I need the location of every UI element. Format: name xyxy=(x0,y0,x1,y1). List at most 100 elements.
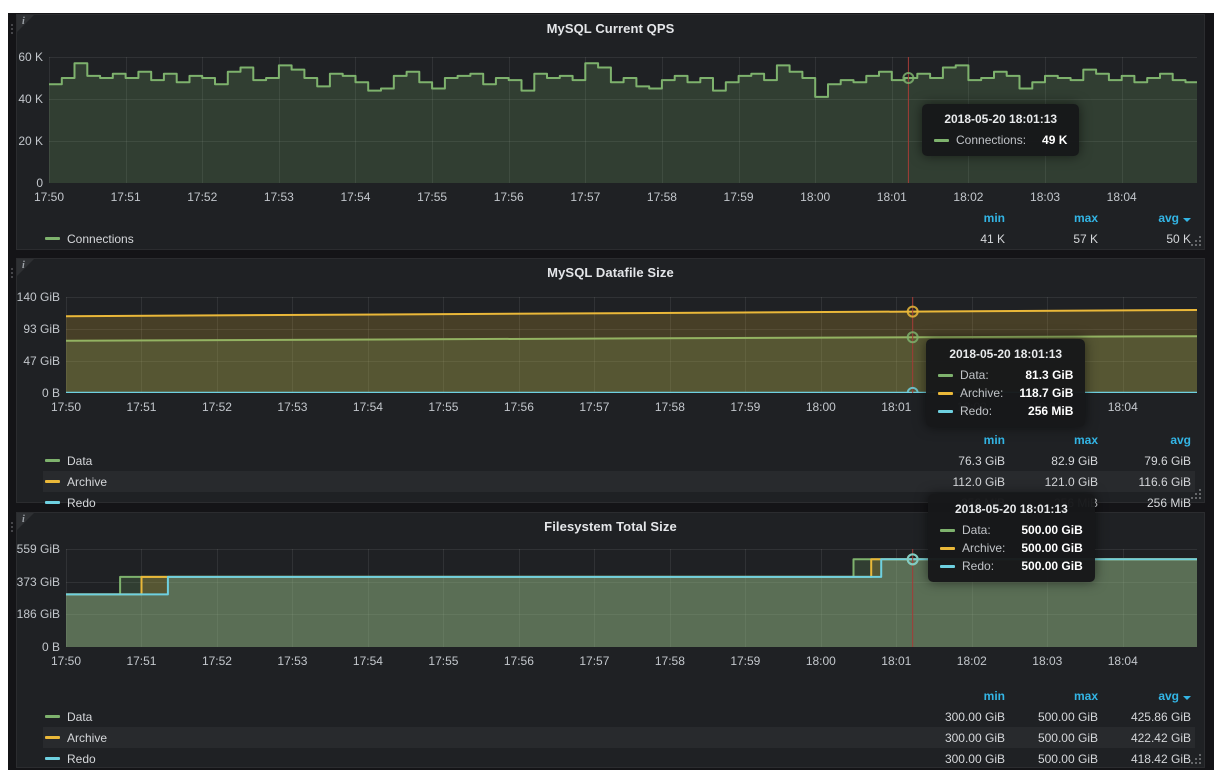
legend-stat-value: 500.00 GiB xyxy=(1005,731,1098,745)
panel-resize-handle[interactable] xyxy=(1191,236,1201,246)
grip-dot xyxy=(11,530,13,532)
legend-stat-header-max[interactable]: max xyxy=(1005,689,1098,703)
tooltip-series-value: 49 K xyxy=(1026,133,1067,147)
y-axis-tick-label: 60 K xyxy=(0,50,43,64)
grip-dot xyxy=(11,276,13,278)
x-axis-tick-label: 17:50 xyxy=(51,654,81,668)
resize-dot xyxy=(1195,244,1197,246)
sort-caret-icon xyxy=(1183,218,1191,222)
row-drag-handle[interactable] xyxy=(8,262,16,288)
x-axis-tick-label: 17:59 xyxy=(724,190,754,204)
tooltip-series-row: Data:81.3 GiB xyxy=(938,368,1073,382)
legend-stat-header-min[interactable]: min xyxy=(912,689,1005,703)
resize-dot xyxy=(1199,489,1201,491)
grip-dot xyxy=(11,24,13,26)
legend-stat-header-avg[interactable]: avg xyxy=(1098,689,1191,703)
x-axis-tick-label: 17:52 xyxy=(202,400,232,414)
x-axis-tick-label: 18:03 xyxy=(1032,654,1062,668)
y-axis-tick-label: 0 B xyxy=(14,386,60,400)
series-color-dash-icon xyxy=(938,374,953,377)
resize-dot xyxy=(1199,240,1201,242)
legend-stat-value: 82.9 GiB xyxy=(1005,454,1098,468)
x-axis-tick-label: 17:59 xyxy=(730,400,760,414)
legend-header-row: minmaxavg xyxy=(43,685,1195,706)
x-axis-tick-label: 17:59 xyxy=(730,654,760,668)
x-axis-tick-label: 17:51 xyxy=(126,400,156,414)
series-color-dash-icon[interactable] xyxy=(45,757,60,760)
legend-stat-header-avg[interactable]: avg xyxy=(1098,211,1191,225)
hover-tooltip: 2018-05-20 18:01:13Connections:49 K xyxy=(922,104,1079,156)
resize-dot xyxy=(1195,497,1197,499)
legend: minmaxavgConnections41 K57 K50 K xyxy=(43,207,1195,249)
panel-resize-handle[interactable] xyxy=(1191,489,1201,499)
resize-dot xyxy=(1195,758,1197,760)
tooltip-series-label: Redo: xyxy=(960,404,992,418)
series-color-dash-icon[interactable] xyxy=(45,501,60,504)
x-axis-tick-label: 17:50 xyxy=(51,400,81,414)
panel-title[interactable]: MySQL Current QPS xyxy=(17,21,1204,36)
legend-stat-value: 256 MiB xyxy=(1098,496,1191,510)
tooltip-series-label: Data: xyxy=(960,368,989,382)
y-axis-tick-label: 186 GiB xyxy=(14,607,60,621)
legend-header-row: minmaxavg xyxy=(43,207,1195,228)
x-axis-tick-label: 17:58 xyxy=(655,654,685,668)
x-axis-tick-label: 17:54 xyxy=(340,190,370,204)
x-axis-tick-label: 17:50 xyxy=(34,190,64,204)
y-axis-tick-label: 140 GiB xyxy=(14,290,60,304)
tooltip-series-value: 500.00 GiB xyxy=(1005,541,1082,555)
series-color-dash-icon[interactable] xyxy=(45,237,60,240)
legend-stat-value: 50 K xyxy=(1098,232,1191,246)
x-axis-tick-label: 17:57 xyxy=(579,654,609,668)
y-axis-tick-label: 40 K xyxy=(0,92,43,106)
x-axis-tick-label: 17:54 xyxy=(353,400,383,414)
x-axis-tick-label: 17:58 xyxy=(647,190,677,204)
x-axis-tick-label: 18:04 xyxy=(1108,400,1138,414)
panel-title[interactable]: MySQL Datafile Size xyxy=(17,265,1204,280)
series-color-dash-icon[interactable] xyxy=(45,480,60,483)
resize-dot xyxy=(1199,758,1201,760)
row-drag-handle[interactable] xyxy=(8,18,16,44)
legend-stat-value: 300.00 GiB xyxy=(912,731,1005,745)
legend-stat-value: 500.00 GiB xyxy=(1005,710,1098,724)
x-axis-tick-label: 17:57 xyxy=(579,400,609,414)
x-axis-tick-label: 18:00 xyxy=(806,400,836,414)
tooltip-series-label: Archive: xyxy=(960,386,1003,400)
series-label[interactable]: Redo xyxy=(67,496,912,510)
legend-stat-header-avg[interactable]: avg xyxy=(1098,433,1191,447)
legend-row-archive: Archive300.00 GiB500.00 GiB422.42 GiB xyxy=(43,727,1195,748)
tooltip-series-value: 500.00 GiB xyxy=(1005,523,1082,537)
series-color-dash-icon xyxy=(938,392,953,395)
series-color-dash-icon[interactable] xyxy=(45,715,60,718)
series-color-dash-icon[interactable] xyxy=(45,459,60,462)
panel-resize-handle[interactable] xyxy=(1191,754,1201,764)
tooltip-series-value: 256 MiB xyxy=(1012,404,1073,418)
series-label[interactable]: Data xyxy=(67,710,912,724)
resize-dot xyxy=(1199,493,1201,495)
legend-stat-header-min[interactable]: min xyxy=(912,211,1005,225)
y-axis-tick-label: 0 xyxy=(0,176,43,190)
x-axis-tick-label: 17:55 xyxy=(417,190,447,204)
hover-tooltip: 2018-05-20 18:01:13Data:500.00 GiBArchiv… xyxy=(928,494,1095,582)
legend-stat-header-max[interactable]: max xyxy=(1005,433,1098,447)
row-drag-handle[interactable] xyxy=(8,516,16,542)
legend-stat-header-max[interactable]: max xyxy=(1005,211,1098,225)
tooltip-series-label: Data: xyxy=(962,523,991,537)
resize-dot xyxy=(1191,762,1193,764)
resize-dot xyxy=(1199,244,1201,246)
series-color-dash-icon[interactable] xyxy=(45,736,60,739)
grip-dot xyxy=(11,268,13,270)
tooltip-series-value: 118.7 GiB xyxy=(1003,386,1073,400)
grip-dot xyxy=(11,526,13,528)
series-label[interactable]: Archive xyxy=(67,475,912,489)
series-label[interactable]: Archive xyxy=(67,731,912,745)
tooltip-series-row: Archive:118.7 GiB xyxy=(938,386,1073,400)
x-axis-tick-label: 18:01 xyxy=(877,190,907,204)
series-label[interactable]: Connections xyxy=(67,232,912,246)
series-label[interactable]: Data xyxy=(67,454,912,468)
legend-row-connections: Connections41 K57 K50 K xyxy=(43,228,1195,249)
hover-tooltip: 2018-05-20 18:01:13Data:81.3 GiBArchive:… xyxy=(926,339,1085,427)
series-label[interactable]: Redo xyxy=(67,752,912,766)
tooltip-series-label: Redo: xyxy=(962,559,994,573)
legend-stat-header-min[interactable]: min xyxy=(912,433,1005,447)
resize-dot xyxy=(1195,240,1197,242)
